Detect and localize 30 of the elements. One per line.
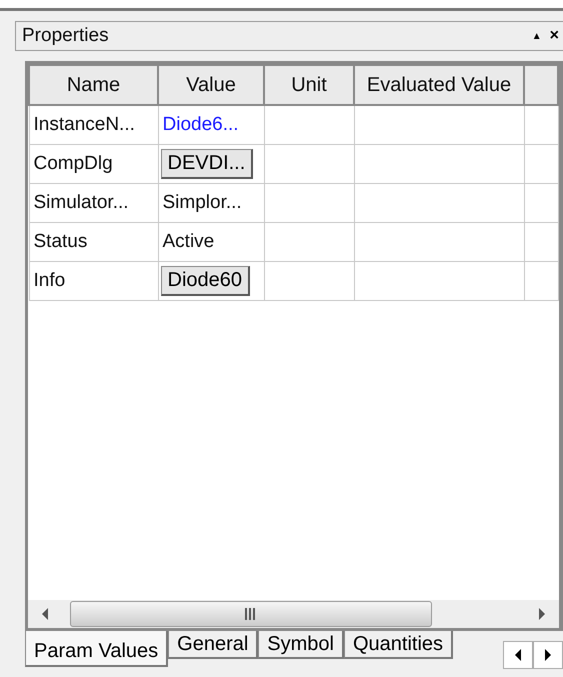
panel-title: Properties (22, 25, 109, 47)
close-button[interactable]: × (546, 27, 563, 45)
table-cell: Simplor... (158, 184, 264, 222)
column-header[interactable]: Name (29, 65, 158, 105)
value-button[interactable]: DEVDI... (160, 149, 254, 179)
caret-right-icon (543, 648, 553, 662)
tab-scroll-right-button[interactable] (533, 641, 563, 669)
tab-scroll-left-button[interactable] (503, 641, 533, 669)
table-cell: CompDlg (29, 144, 158, 184)
column-header[interactable]: Value (158, 65, 264, 105)
scroll-left-icon[interactable] (40, 607, 50, 621)
table-cell: Status (29, 222, 158, 262)
table-cell: Simulator... (29, 184, 158, 222)
caret-left-icon (513, 648, 523, 662)
table-cell[interactable]: Diode6... (158, 105, 264, 144)
tab[interactable]: General (168, 631, 258, 659)
column-header[interactable]: Unit (264, 65, 354, 105)
column-header[interactable]: Evaluated Value (354, 65, 524, 105)
column-header[interactable] (524, 65, 558, 105)
tab[interactable]: Symbol (258, 631, 344, 659)
table-cell: InstanceN... (29, 105, 158, 144)
pin-button[interactable]: ▲ (528, 30, 546, 42)
horizontal-scrollbar[interactable] (28, 600, 559, 628)
tab[interactable]: Param Values (25, 631, 168, 667)
table-cell: Active (158, 222, 264, 262)
table-cell: Info (29, 262, 158, 300)
value-button[interactable]: Diode60 (160, 266, 250, 296)
scrollbar-thumb[interactable] (70, 601, 432, 627)
scroll-right-icon[interactable] (537, 607, 547, 621)
tab[interactable]: Quantities (344, 631, 454, 659)
